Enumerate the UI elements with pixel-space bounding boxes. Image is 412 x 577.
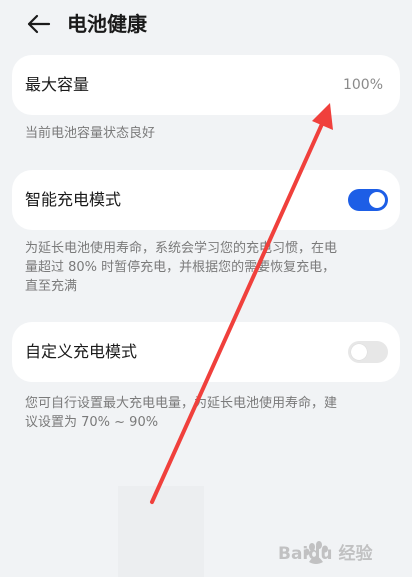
watermark-text: Baidu 经验 bbox=[278, 544, 373, 564]
custom-charging-description-line: 您可自行设置最大充电电量，为延长电池使用寿命，建 bbox=[25, 396, 338, 411]
smart-charging-description: 为延长电池使用寿命，系统会学习您的充电习惯，在电 量超过 80% 时暂停充电，并… bbox=[25, 239, 393, 296]
smart-charging-label: 智能充电模式 bbox=[25, 190, 122, 209]
toggle-knob bbox=[369, 192, 385, 208]
custom-charging-card[interactable]: 自定义充电模式 bbox=[12, 322, 400, 382]
toggle-knob bbox=[351, 344, 367, 360]
smart-charging-description-line: 直至充满 bbox=[25, 279, 78, 294]
smart-charging-description-line: 量超过 80% 时暂停充电，并根据您的需要恢复充电， bbox=[25, 260, 336, 275]
page-title: 电池健康 bbox=[67, 12, 147, 36]
arrow-left-icon[interactable] bbox=[24, 10, 52, 38]
max-capacity-label: 最大容量 bbox=[25, 75, 90, 94]
custom-charging-description: 您可自行设置最大充电电量，为延长电池使用寿命，建 议设置为 70% ~ 90% bbox=[25, 394, 393, 432]
capacity-status-text: 当前电池容量状态良好 bbox=[25, 126, 156, 141]
custom-charging-description-line: 议设置为 70% ~ 90% bbox=[25, 415, 159, 430]
top-bar: 电池健康 bbox=[0, 0, 412, 48]
faded-background-patch bbox=[118, 486, 204, 577]
smart-charging-toggle[interactable] bbox=[348, 189, 388, 211]
max-capacity-value: 100% bbox=[342, 77, 383, 93]
custom-charging-label: 自定义充电模式 bbox=[25, 342, 138, 361]
baidu-watermark: Baidu 经验 bbox=[276, 535, 394, 571]
custom-charging-toggle[interactable] bbox=[348, 341, 388, 363]
smart-charging-card[interactable]: 智能充电模式 bbox=[12, 170, 400, 230]
smart-charging-description-line: 为延长电池使用寿命，系统会学习您的充电习惯，在电 bbox=[25, 241, 338, 256]
max-capacity-card: 最大容量 100% bbox=[12, 55, 400, 115]
